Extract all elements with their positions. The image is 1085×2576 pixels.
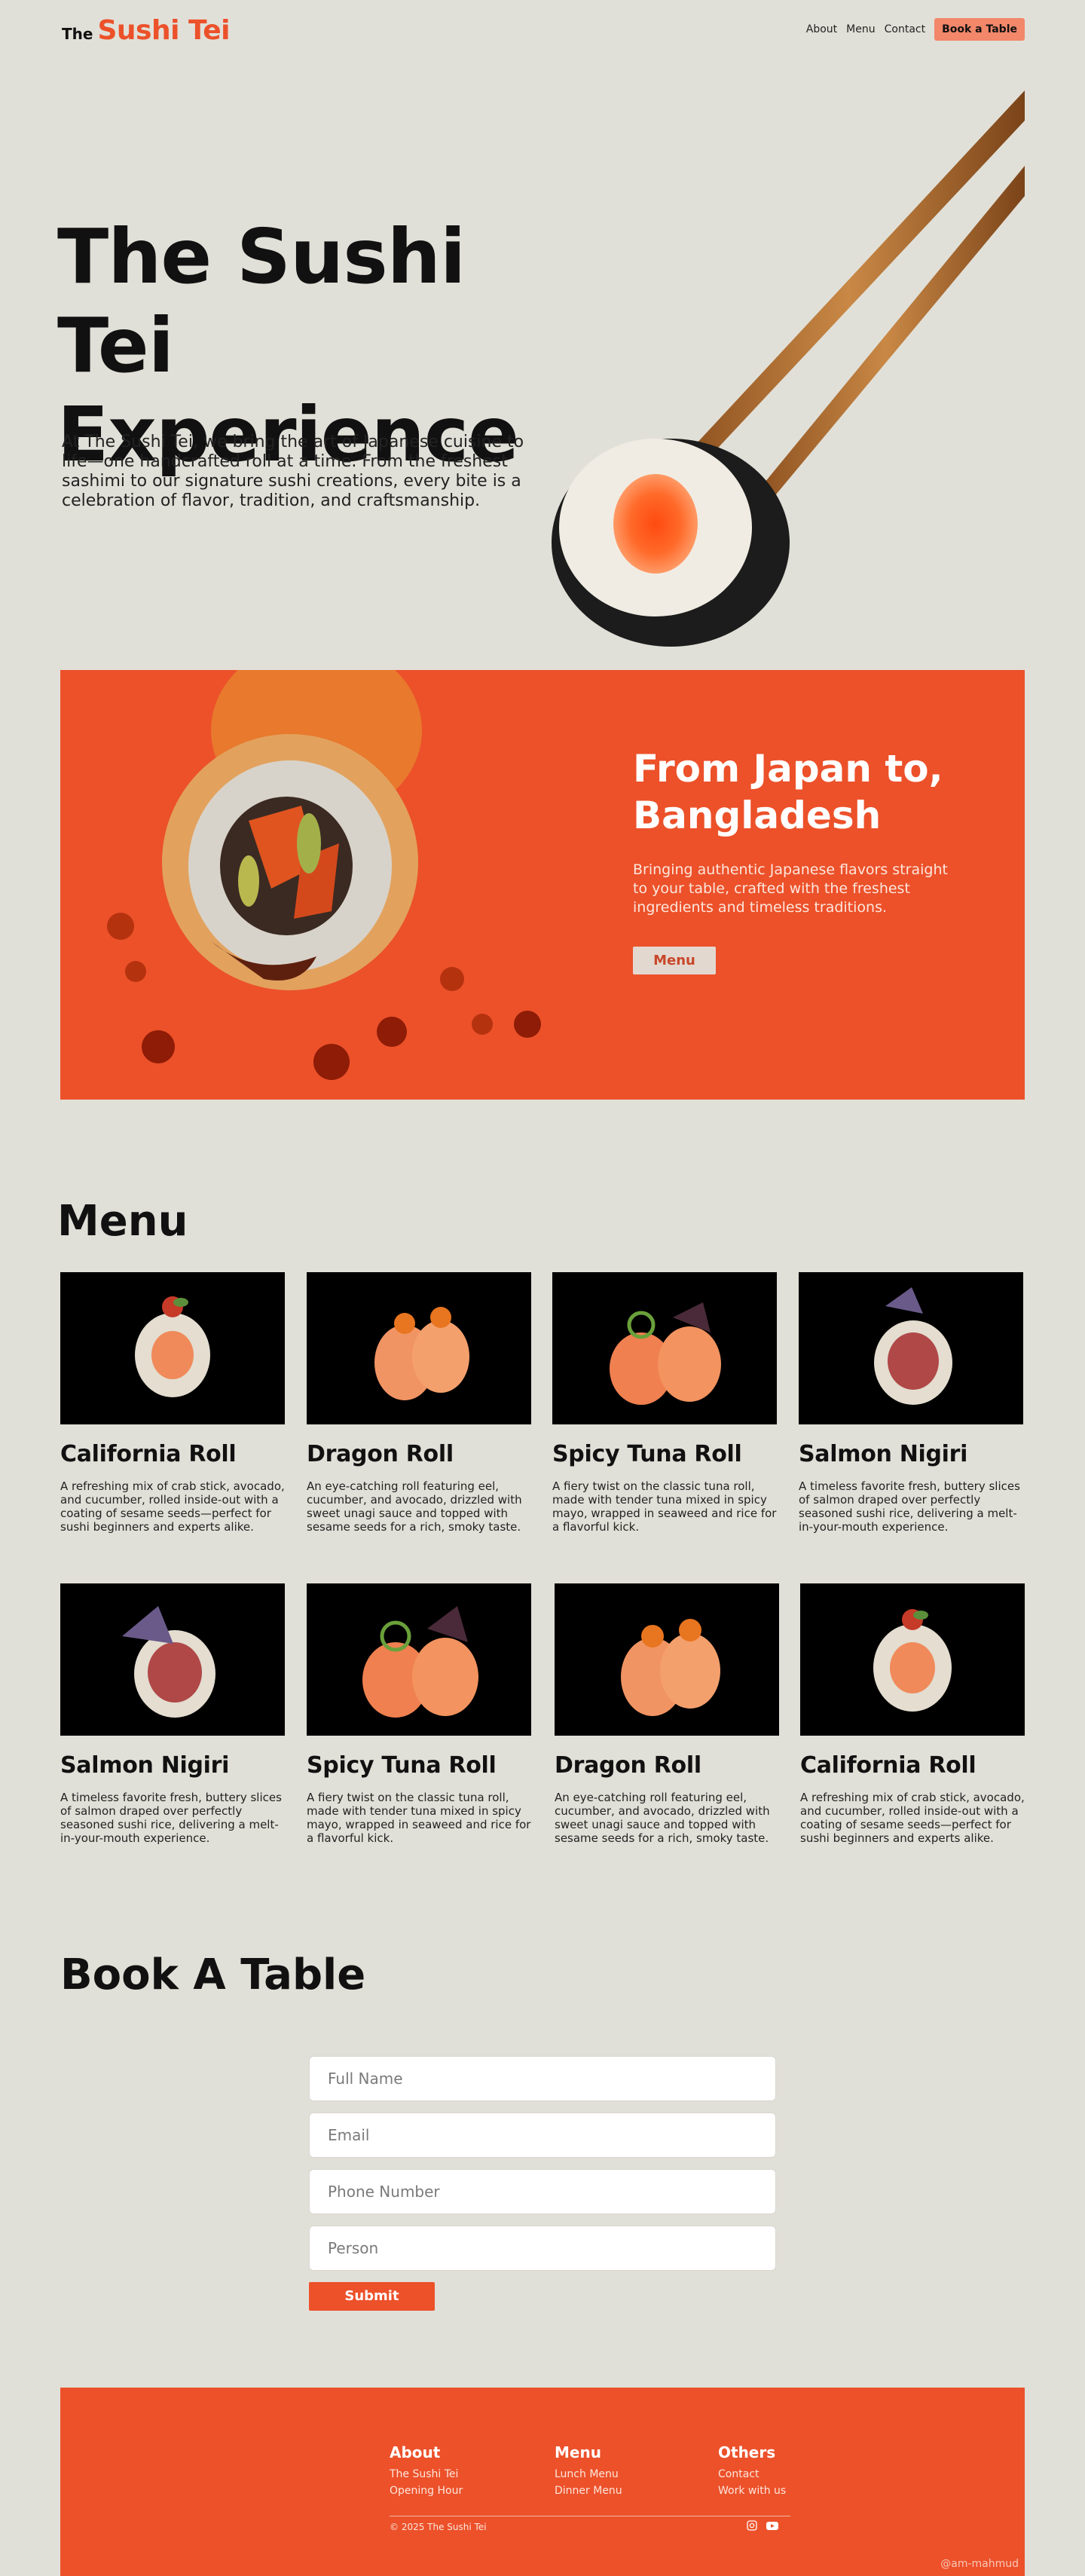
- menu-card[interactable]: Dragon Roll An eye-catching roll featuri…: [555, 1583, 779, 1845]
- menu-card[interactable]: California Roll A refreshing mix of crab…: [800, 1583, 1025, 1845]
- logo-name: Sushi Tei: [97, 15, 230, 46]
- copyright: © 2025 The Sushi Tei: [390, 2522, 487, 2532]
- footer-link[interactable]: The Sushi Tei: [390, 2466, 463, 2483]
- menu-item-desc: A refreshing mix of crab stick, avocado,…: [60, 1479, 285, 1534]
- menu-item-desc: A refreshing mix of crab stick, avocado,…: [800, 1791, 1025, 1845]
- footer-link[interactable]: Contact: [718, 2466, 786, 2483]
- hero-text: At The Sushi Tei, we bring the art of Ja…: [62, 433, 524, 510]
- site-logo[interactable]: The Sushi Tei: [62, 15, 230, 46]
- menu-item-desc: A fiery twist on the classic tuna roll, …: [552, 1479, 777, 1534]
- california-roll-image: [800, 1583, 1025, 1736]
- menu-item-desc: A timeless favorite fresh, buttery slice…: [60, 1791, 282, 1845]
- phone-input[interactable]: [309, 2169, 776, 2214]
- menu-card[interactable]: Spicy Tuna Roll A fiery twist on the cla…: [307, 1583, 531, 1845]
- footer-link[interactable]: Opening Hour: [390, 2483, 463, 2499]
- footer-about-column: About The Sushi Tei Opening Hour: [390, 2443, 463, 2499]
- nav-about[interactable]: About: [806, 23, 837, 35]
- footer-link[interactable]: Work with us: [718, 2483, 786, 2499]
- spicy-tuna-roll-image: [552, 1272, 777, 1424]
- promo-banner: From Japan to, Bangladesh Bringing authe…: [60, 670, 1025, 1100]
- dragon-roll-image: [555, 1583, 779, 1736]
- promo-title: From Japan to, Bangladesh: [633, 747, 943, 837]
- menu-button[interactable]: Menu: [633, 947, 716, 974]
- menu-item-name: Dragon Roll: [307, 1441, 454, 1467]
- menu-item-name: Spicy Tuna Roll: [307, 1752, 497, 1779]
- hero-sushi-image: [552, 90, 1025, 647]
- menu-item-desc: A fiery twist on the classic tuna roll, …: [307, 1791, 531, 1845]
- menu-card[interactable]: Spicy Tuna Roll A fiery twist on the cla…: [552, 1272, 777, 1534]
- main-nav: About Menu Contact Book a Table: [806, 18, 1025, 41]
- footer-link[interactable]: Dinner Menu: [555, 2483, 622, 2499]
- nav-menu[interactable]: Menu: [846, 23, 875, 35]
- footer-link[interactable]: Lunch Menu: [555, 2466, 622, 2483]
- menu-item-desc: An eye-catching roll featuring eel, cucu…: [555, 1791, 770, 1845]
- dragon-roll-image: [307, 1272, 531, 1424]
- menu-item-desc: A timeless favorite fresh, buttery slice…: [799, 1479, 1020, 1534]
- spicy-tuna-roll-image: [307, 1583, 531, 1736]
- menu-card[interactable]: Dragon Roll An eye-catching roll featuri…: [307, 1272, 531, 1534]
- menu-item-name: Salmon Nigiri: [60, 1752, 230, 1779]
- book-heading: Book A Table: [60, 1950, 366, 1999]
- menu-item-desc: An eye-catching roll featuring eel, cucu…: [307, 1479, 522, 1534]
- menu-item-name: California Roll: [60, 1441, 237, 1467]
- menu-item-name: California Roll: [800, 1752, 976, 1779]
- nav-contact[interactable]: Contact: [885, 23, 925, 35]
- instagram-icon[interactable]: [745, 2520, 759, 2531]
- footer-menu-column: Menu Lunch Menu Dinner Menu: [555, 2443, 622, 2499]
- california-roll-image: [60, 1272, 285, 1424]
- footer: About The Sushi Tei Opening Hour Menu Lu…: [60, 2388, 1025, 2576]
- menu-card[interactable]: California Roll A refreshing mix of crab…: [60, 1272, 285, 1534]
- footer-others-title: Others: [718, 2443, 776, 2461]
- logo-prefix: The: [62, 25, 93, 43]
- promo-text: Bringing authentic Japanese flavors stra…: [633, 861, 948, 916]
- promo-sushi-image: [107, 670, 541, 1080]
- submit-button[interactable]: Submit: [309, 2282, 435, 2311]
- book-table-button[interactable]: Book a Table: [934, 18, 1025, 41]
- youtube-icon[interactable]: [766, 2520, 779, 2531]
- menu-card[interactable]: Salmon Nigiri A timeless favorite fresh,…: [799, 1272, 1023, 1534]
- footer-menu-title: Menu: [555, 2443, 601, 2461]
- footer-others-column: Others Contact Work with us: [718, 2443, 786, 2499]
- menu-item-name: Salmon Nigiri: [799, 1441, 968, 1467]
- menu-item-name: Spicy Tuna Roll: [552, 1441, 742, 1467]
- footer-about-title: About: [390, 2443, 441, 2461]
- designer-credit[interactable]: @am-mahmud: [940, 2558, 1019, 2570]
- full-name-input[interactable]: [309, 2056, 776, 2101]
- salmon-nigiri-image: [60, 1583, 285, 1736]
- salmon-nigiri-image: [799, 1272, 1023, 1424]
- menu-heading: Menu: [57, 1197, 188, 1246]
- menu-item-name: Dragon Roll: [555, 1752, 701, 1779]
- person-input[interactable]: [309, 2226, 776, 2271]
- email-input[interactable]: [309, 2113, 776, 2158]
- menu-card[interactable]: Salmon Nigiri A timeless favorite fresh,…: [60, 1583, 285, 1845]
